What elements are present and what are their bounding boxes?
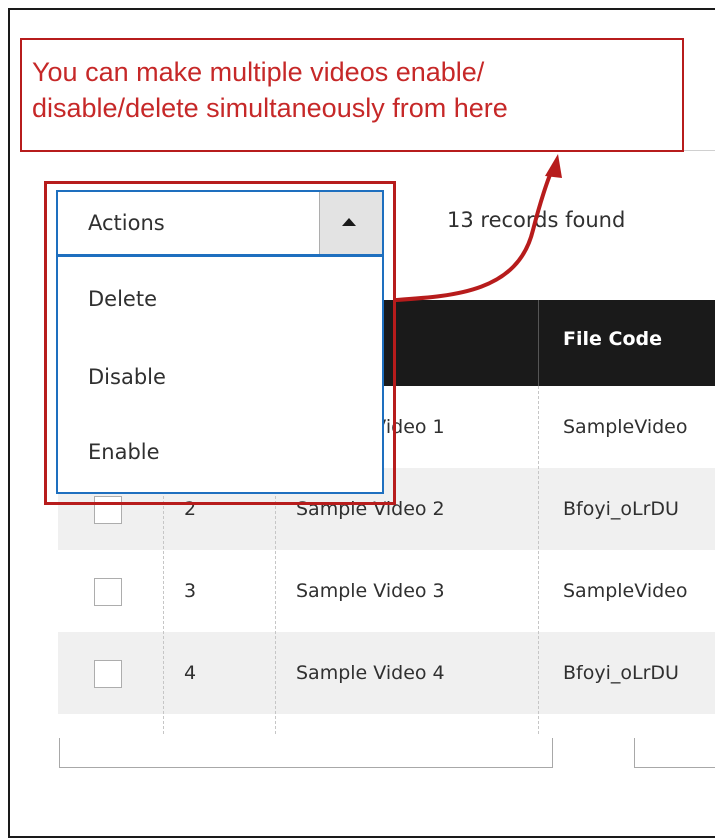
cell-id: 4 [184,662,197,684]
column-divider [538,386,539,734]
records-count: 13 records found [447,208,626,232]
table-row: 4 Sample Video 4 Bfoyi_oLrDU [58,632,715,714]
row-checkbox[interactable] [94,660,122,688]
cell-id: 3 [184,580,197,602]
cell-file-code: Bfoyi_oLrDU [563,498,679,520]
annotation-callout: You can make multiple videos enable/ dis… [20,38,684,152]
pager-frame [59,738,553,768]
caret-up-icon [342,218,356,226]
cell-title: Sample Video 3 [296,580,445,602]
actions-dropdown-button[interactable]: Actions [56,190,384,256]
menu-item-delete[interactable]: Delete [88,287,157,311]
table-row: 3 Sample Video 3 SampleVideo [58,550,715,632]
menu-item-enable[interactable]: Enable [88,440,160,464]
callout-line-2: disable/delete simultaneously from here [32,93,508,123]
cell-file-code: SampleVideo [563,416,688,438]
callout-line-1: You can make multiple videos enable/ [32,57,485,87]
cell-title: Sample Video 4 [296,662,445,684]
header-divider [538,300,539,386]
actions-menu: Delete Disable Enable [56,256,384,494]
column-header-file-code[interactable]: File Code [563,328,662,350]
cell-file-code: Bfoyi_oLrDU [563,662,679,684]
row-checkbox[interactable] [94,578,122,606]
divider [684,150,715,151]
pager-frame [634,738,715,768]
cell-file-code: SampleVideo [563,580,688,602]
menu-item-disable[interactable]: Disable [88,365,166,389]
actions-label: Actions [88,211,165,235]
dropdown-toggle[interactable] [319,192,382,254]
